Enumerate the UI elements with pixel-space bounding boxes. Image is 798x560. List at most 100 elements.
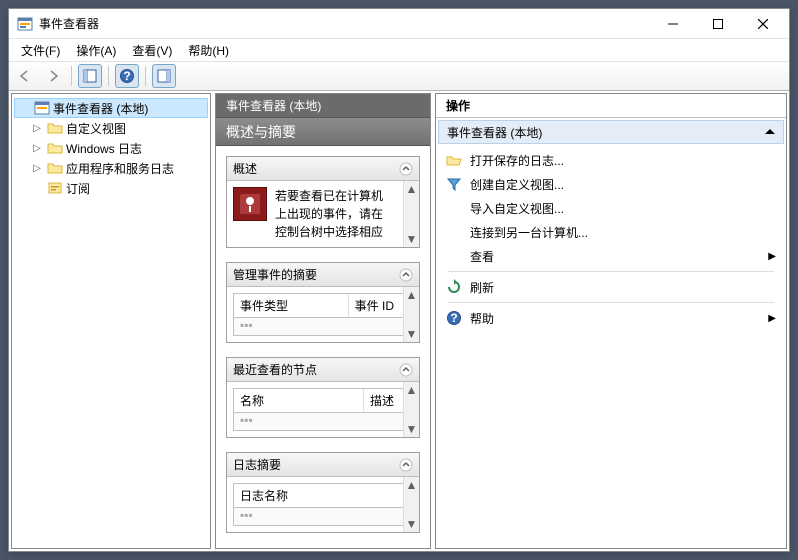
action-help[interactable]: ? 帮助 ▶ (442, 306, 780, 330)
expand-toggle[interactable]: ▷ (30, 143, 44, 154)
window-controls (650, 10, 785, 38)
tree-item-subscriptions[interactable]: 订阅 (14, 178, 208, 198)
chevron-up-icon (399, 162, 413, 176)
help-icon: ? (446, 310, 462, 326)
column-header[interactable]: 名称 (234, 389, 364, 412)
menu-file[interactable]: 文件(F) (15, 40, 66, 61)
scrollbar[interactable]: ▲▼ (403, 181, 419, 247)
tree-root-label: 事件查看器 (本地) (53, 100, 148, 117)
text-line: 上出现的事件，请在 (275, 205, 413, 223)
menu-help[interactable]: 帮助(H) (182, 40, 235, 61)
text-line: 若要查看已在计算机 (275, 187, 413, 205)
list-body: ▪▪▪ (233, 413, 413, 431)
arrow-right-icon: ▶ (768, 313, 776, 324)
center-header: 事件查看器 (本地) (216, 94, 430, 118)
tree-item-windows-logs[interactable]: ▷ Windows 日志 (14, 138, 208, 158)
column-header[interactable]: 事件类型 (234, 294, 349, 317)
center-subtitle: 概述与摘要 (216, 118, 430, 146)
actions-pane: 操作 事件查看器 (本地) 打开保存的日志... 创建自定义视图... 导入自定… (435, 93, 787, 549)
toolbar-separator (71, 66, 72, 86)
close-button[interactable] (740, 10, 785, 38)
action-refresh[interactable]: 刷新 (442, 275, 780, 299)
expand-toggle[interactable]: ▷ (30, 163, 44, 174)
window: 事件查看器 文件(F) 操作(A) 查看(V) 帮助(H) ? (8, 8, 790, 552)
chevron-up-icon (399, 363, 413, 377)
scrollbar[interactable]: ▲▼ (403, 382, 419, 437)
folder-icon (47, 120, 63, 136)
arrow-right-icon: ▶ (768, 251, 776, 262)
body: 事件查看器 (本地) ▷ 自定义视图 ▷ Windows 日志 ▷ 应用程序和服… (9, 91, 789, 551)
toolbar: ? (9, 61, 789, 91)
section-header[interactable]: 日志摘要 (227, 453, 419, 477)
action-connect-another-computer[interactable]: 连接到另一台计算机... (442, 220, 780, 244)
action-import-custom-view[interactable]: 导入自定义视图... (442, 196, 780, 220)
chevron-up-icon (399, 268, 413, 282)
section-title: 日志摘要 (233, 456, 281, 473)
filter-icon (446, 176, 462, 192)
divider (448, 271, 774, 272)
column-header[interactable]: 日志名称 (234, 484, 306, 507)
blank-icon (446, 224, 462, 240)
action-label: 导入自定义视图... (470, 200, 564, 217)
action-open-saved-log[interactable]: 打开保存的日志... (442, 148, 780, 172)
section-title: 管理事件的摘要 (233, 266, 317, 283)
expand-toggle[interactable]: ▷ (30, 123, 44, 134)
scroll-down-icon[interactable]: ▼ (406, 326, 418, 342)
action-label: 帮助 (470, 310, 494, 327)
help-button[interactable]: ? (115, 64, 139, 88)
column-headers: 名称 描述 (233, 388, 413, 413)
back-button[interactable] (13, 64, 37, 88)
menu-action[interactable]: 操作(A) (70, 40, 122, 61)
actions-group-header[interactable]: 事件查看器 (本地) (438, 120, 784, 144)
collapse-up-icon[interactable] (765, 127, 775, 137)
blank-icon (446, 200, 462, 216)
section-title: 概述 (233, 160, 257, 177)
scrollbar[interactable]: ▲▼ (403, 477, 419, 532)
section-body: 若要查看已在计算机 上出现的事件，请在 控制台树中选择相应 ▲▼ (227, 181, 419, 247)
action-create-custom-view[interactable]: 创建自定义视图... (442, 172, 780, 196)
chevron-up-icon (399, 458, 413, 472)
scroll-down-icon[interactable]: ▼ (406, 231, 418, 247)
scrollbar[interactable]: ▲▼ (403, 287, 419, 342)
show-actions-button[interactable] (152, 64, 176, 88)
menubar: 文件(F) 操作(A) 查看(V) 帮助(H) (9, 39, 789, 61)
scroll-down-icon[interactable]: ▼ (406, 421, 418, 437)
titlebar: 事件查看器 (9, 9, 789, 39)
minimize-button[interactable] (650, 10, 695, 38)
app-icon (17, 16, 33, 32)
section-header[interactable]: 管理事件的摘要 (227, 263, 419, 287)
section-header[interactable]: 最近查看的节点 (227, 358, 419, 382)
column-headers: 日志名称 (233, 483, 413, 508)
folder-open-icon (446, 152, 462, 168)
recent-nodes-section: 最近查看的节点 名称 描述 ▪▪▪ ▲▼ (226, 357, 420, 438)
section-header[interactable]: 概述 (227, 157, 419, 181)
scroll-up-icon[interactable]: ▲ (406, 477, 418, 493)
action-label: 刷新 (470, 279, 494, 296)
maximize-button[interactable] (695, 10, 740, 38)
overview-text: 若要查看已在计算机 上出现的事件，请在 控制台树中选择相应 (275, 187, 413, 241)
show-tree-button[interactable] (78, 64, 102, 88)
folder-icon (47, 160, 63, 176)
toolbar-separator-2 (108, 66, 109, 86)
tree-item-custom-views[interactable]: ▷ 自定义视图 (14, 118, 208, 138)
menu-view[interactable]: 查看(V) (126, 40, 178, 61)
action-view-submenu[interactable]: 查看 ▶ (442, 244, 780, 268)
scroll-up-icon[interactable]: ▲ (406, 382, 418, 398)
scroll-up-icon[interactable]: ▲ (406, 287, 418, 303)
scroll-down-icon[interactable]: ▼ (406, 516, 418, 532)
svg-text:?: ? (123, 69, 130, 83)
actions-list: 打开保存的日志... 创建自定义视图... 导入自定义视图... 连接到另一台计… (436, 146, 786, 332)
tree-item-label: Windows 日志 (66, 140, 142, 157)
svg-text:?: ? (450, 311, 457, 325)
actions-group-label: 事件查看器 (本地) (447, 124, 542, 141)
tree-item-app-services-logs[interactable]: ▷ 应用程序和服务日志 (14, 158, 208, 178)
scroll-up-icon[interactable]: ▲ (406, 181, 418, 197)
blank-icon (446, 248, 462, 264)
action-label: 创建自定义视图... (470, 176, 564, 193)
divider (448, 302, 774, 303)
forward-button[interactable] (41, 64, 65, 88)
column-headers: 事件类型 事件 ID (233, 293, 413, 318)
overview-section: 概述 若要查看已在计算机 上出现的事件，请在 控制台树中选择相应 (226, 156, 420, 248)
tree-root-node[interactable]: 事件查看器 (本地) (14, 98, 208, 118)
text-line: 控制台树中选择相应 (275, 223, 413, 241)
